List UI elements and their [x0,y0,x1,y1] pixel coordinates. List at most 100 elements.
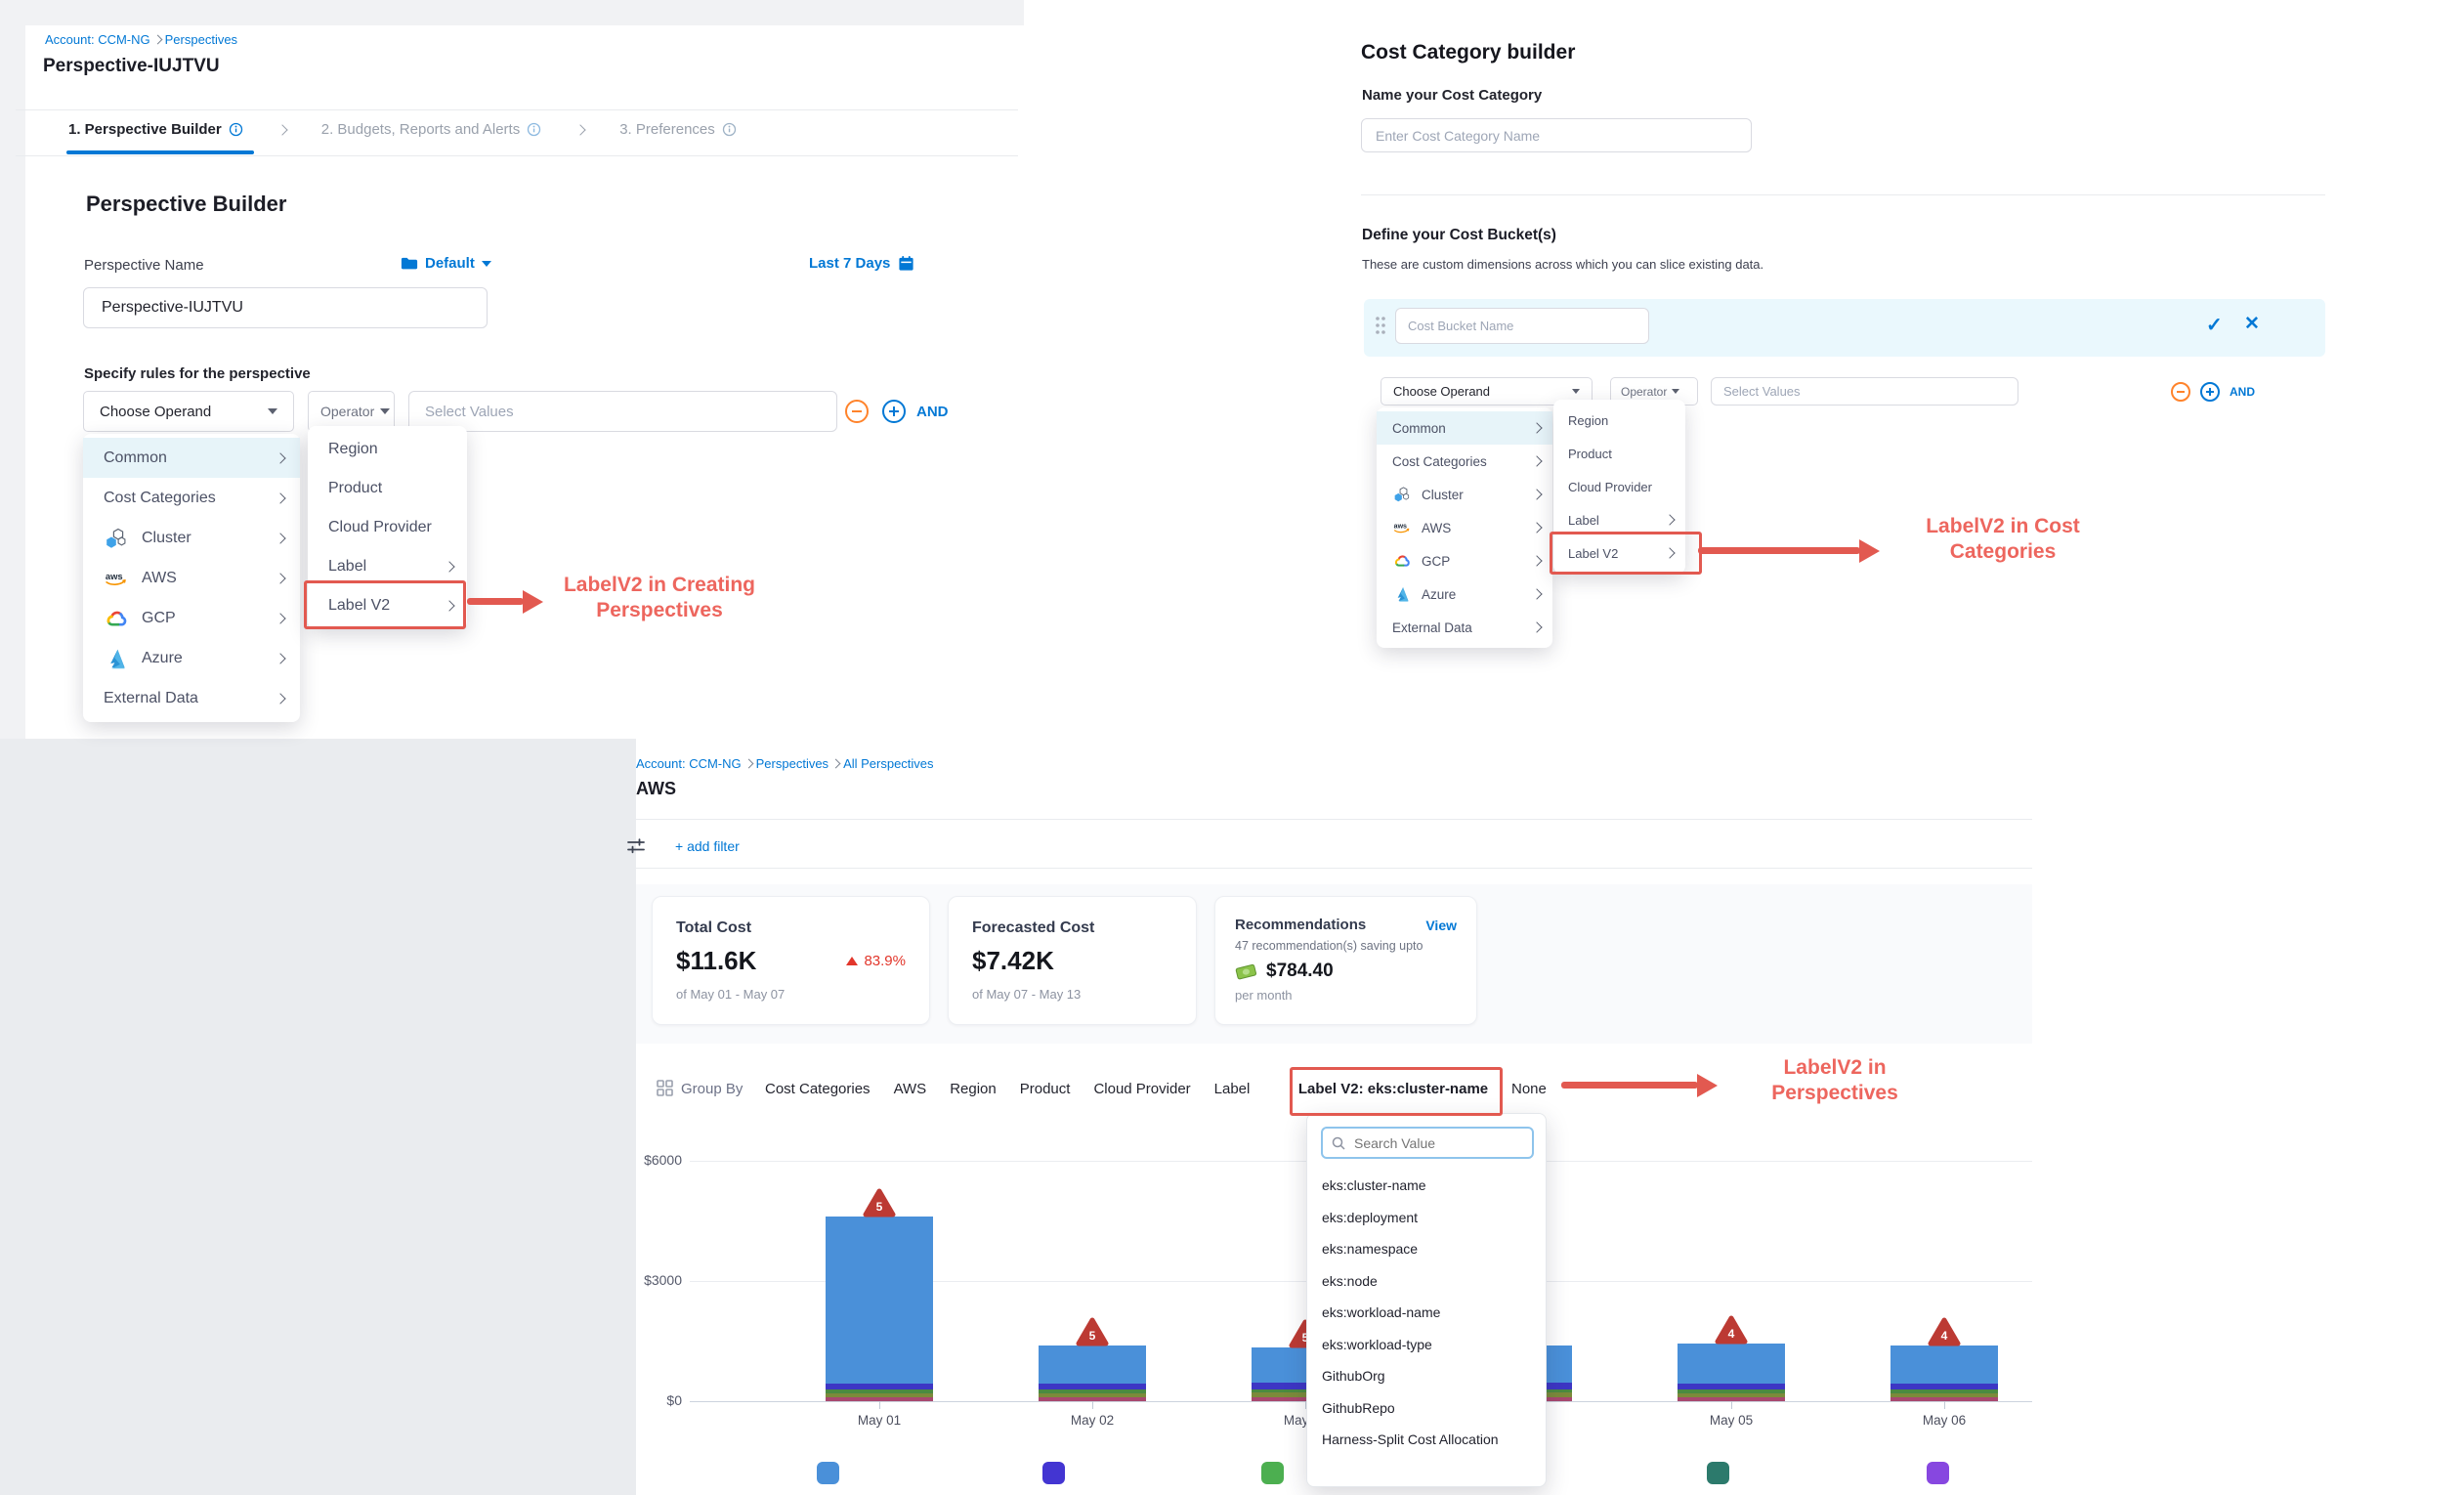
x-axis-tick [1731,1401,1732,1409]
remove-rule-button[interactable] [845,400,869,423]
group-by-option-aws[interactable]: AWS [894,1081,927,1097]
value-option-eks-namespace[interactable]: eks:namespace [1307,1233,1546,1265]
legend-swatch[interactable] [1261,1462,1284,1484]
svg-text:5: 5 [876,1200,883,1214]
chevron-right-icon [275,653,285,663]
card-period: of May 01 - May 07 [676,987,906,1002]
group-by-option-none[interactable]: None [1511,1081,1547,1097]
operand-menu-item-external-data[interactable]: External Data [1377,611,1552,644]
bar-may-05[interactable] [1678,1344,1785,1401]
group-by-option-cloud-provider[interactable]: Cloud Provider [1093,1081,1190,1097]
svg-text:aws: aws [106,570,123,580]
tab-perspective-builder[interactable]: 1. Perspective Builder [68,121,243,138]
value-option-harness-split-cost-allocation[interactable]: Harness-Split Cost Allocation [1307,1424,1546,1456]
operand-menu-item-common[interactable]: Common [83,438,300,478]
group-by-option-cost-categories[interactable]: Cost Categories [765,1081,871,1097]
breadcrumb-account[interactable]: Account: CCM-NG [636,756,742,771]
group-by-selected[interactable]: Label V2: eks:cluster-name [1293,1070,1494,1107]
submenu-item-label-v2[interactable]: Label V2 [308,586,467,625]
bar-may-06[interactable] [1890,1346,1998,1401]
submenu-item-label[interactable]: Label [308,547,467,586]
tab-preferences[interactable]: 3. Preferences [619,121,737,138]
svg-text:5: 5 [1089,1329,1096,1343]
page-background-left-strip [0,0,25,741]
submenu-item-product[interactable]: Product [1553,437,1685,470]
cost-category-name-input[interactable] [1361,118,1752,152]
drag-handle-icon[interactable] [1375,315,1386,340]
add-filter-button[interactable]: + add filter [675,838,740,854]
view-recommendations-link[interactable]: View [1425,918,1457,933]
legend-swatch[interactable] [817,1462,839,1484]
folder-selector[interactable]: Default [401,255,491,272]
operand-menu-item-azure[interactable]: Azure [1377,577,1552,611]
anomaly-badge[interactable]: 5 [863,1187,896,1218]
group-by-option-label[interactable]: Label [1214,1081,1251,1097]
perspective-name-input[interactable] [83,287,488,328]
cancel-bucket-button[interactable]: ✕ [2244,313,2260,335]
value-option-eks-workload-name[interactable]: eks:workload-name [1307,1297,1546,1329]
search-input[interactable] [1352,1134,1532,1152]
submenu-item-product[interactable]: Product [308,469,467,508]
anomaly-badge[interactable]: 5 [1076,1316,1109,1347]
active-tab-underline [66,150,254,154]
operand-select[interactable]: Choose Operand [83,391,294,432]
cost-category-title: Cost Category builder [1361,41,1575,64]
value-option-githuborg[interactable]: GithubOrg [1307,1360,1546,1392]
submenu-item-label-v2[interactable]: Label V2 [1553,536,1685,570]
group-by-option-region[interactable]: Region [950,1081,997,1097]
breadcrumb-all-perspectives[interactable]: All Perspectives [843,756,933,771]
submenu-item-cloud-provider[interactable]: Cloud Provider [1553,470,1685,503]
confirm-bucket-button[interactable]: ✓ [2206,313,2223,337]
submenu-item-region[interactable]: Region [308,430,467,469]
chevron-right-icon [1664,514,1675,525]
bar-may-01[interactable] [826,1217,933,1401]
date-range-selector[interactable]: Last 7 Days [809,255,914,272]
operand-menu-item-cluster[interactable]: Cluster [1377,478,1552,511]
operand-menu-item-gcp[interactable]: GCP [83,598,300,638]
operand-menu-item-common[interactable]: Common [1377,411,1552,445]
breadcrumb-account[interactable]: Account: CCM-NG [45,32,150,47]
value-dropdown: eks:cluster-nameeks:deploymenteks:namesp… [1306,1113,1547,1487]
submenu-item-cloud-provider[interactable]: Cloud Provider [308,508,467,547]
submenu-item-label[interactable]: Label [1553,503,1685,536]
operand-menu-item-external-data[interactable]: External Data [83,678,300,718]
cost-bucket-name-input[interactable] [1395,308,1649,344]
anomaly-badge[interactable]: 4 [1715,1314,1748,1346]
legend-swatch[interactable] [1927,1462,1949,1484]
remove-rule-button[interactable] [2171,382,2190,402]
operand-menu-item-azure[interactable]: Azure [83,638,300,678]
x-axis-tick-label: May 05 [1687,1413,1775,1428]
submenu-item-region[interactable]: Region [1553,404,1685,437]
and-button[interactable]: AND [2230,385,2255,399]
value-option-eks-workload-type[interactable]: eks:workload-type [1307,1329,1546,1361]
anomaly-badge[interactable]: 4 [1928,1316,1961,1347]
add-rule-button[interactable] [2200,382,2220,402]
legend-swatch[interactable] [1042,1462,1065,1484]
operand-menu-item-aws[interactable]: awsAWS [83,558,300,598]
folder-icon [401,256,418,271]
value-option-eks-node[interactable]: eks:node [1307,1265,1546,1298]
group-by-option-product[interactable]: Product [1020,1081,1071,1097]
chevron-right-icon [275,452,285,463]
legend-swatch[interactable] [1707,1462,1729,1484]
operand-menu-item-aws[interactable]: awsAWS [1377,511,1552,544]
values-input[interactable] [408,391,837,432]
money-icon [1235,962,1258,981]
operand-menu-item-cost-categories[interactable]: Cost Categories [83,478,300,518]
add-rule-button[interactable] [882,400,906,423]
operand-menu-item-gcp[interactable]: GCP [1377,544,1552,577]
values-input[interactable] [1711,377,2018,406]
bar-may-02[interactable] [1039,1346,1146,1401]
value-option-eks-cluster-name[interactable]: eks:cluster-name [1307,1170,1546,1202]
filter-icon[interactable] [625,836,647,856]
tab-budgets-reports-alerts[interactable]: 2. Budgets, Reports and Alerts [321,121,541,138]
breadcrumb: Account: CCM-NG Perspectives All Perspec… [636,756,934,771]
breadcrumb-perspectives[interactable]: Perspectives [165,32,237,47]
value-option-eks-deployment[interactable]: eks:deployment [1307,1202,1546,1234]
breadcrumb-perspectives[interactable]: Perspectives [756,756,828,771]
value-option-githubrepo[interactable]: GithubRepo [1307,1392,1546,1425]
operand-menu-item-cost-categories[interactable]: Cost Categories [1377,445,1552,478]
operand-menu-item-cluster[interactable]: Cluster [83,518,300,558]
annotation-perspectives: LabelV2 in Perspectives [1727,1055,1942,1106]
and-button[interactable]: AND [916,404,949,420]
